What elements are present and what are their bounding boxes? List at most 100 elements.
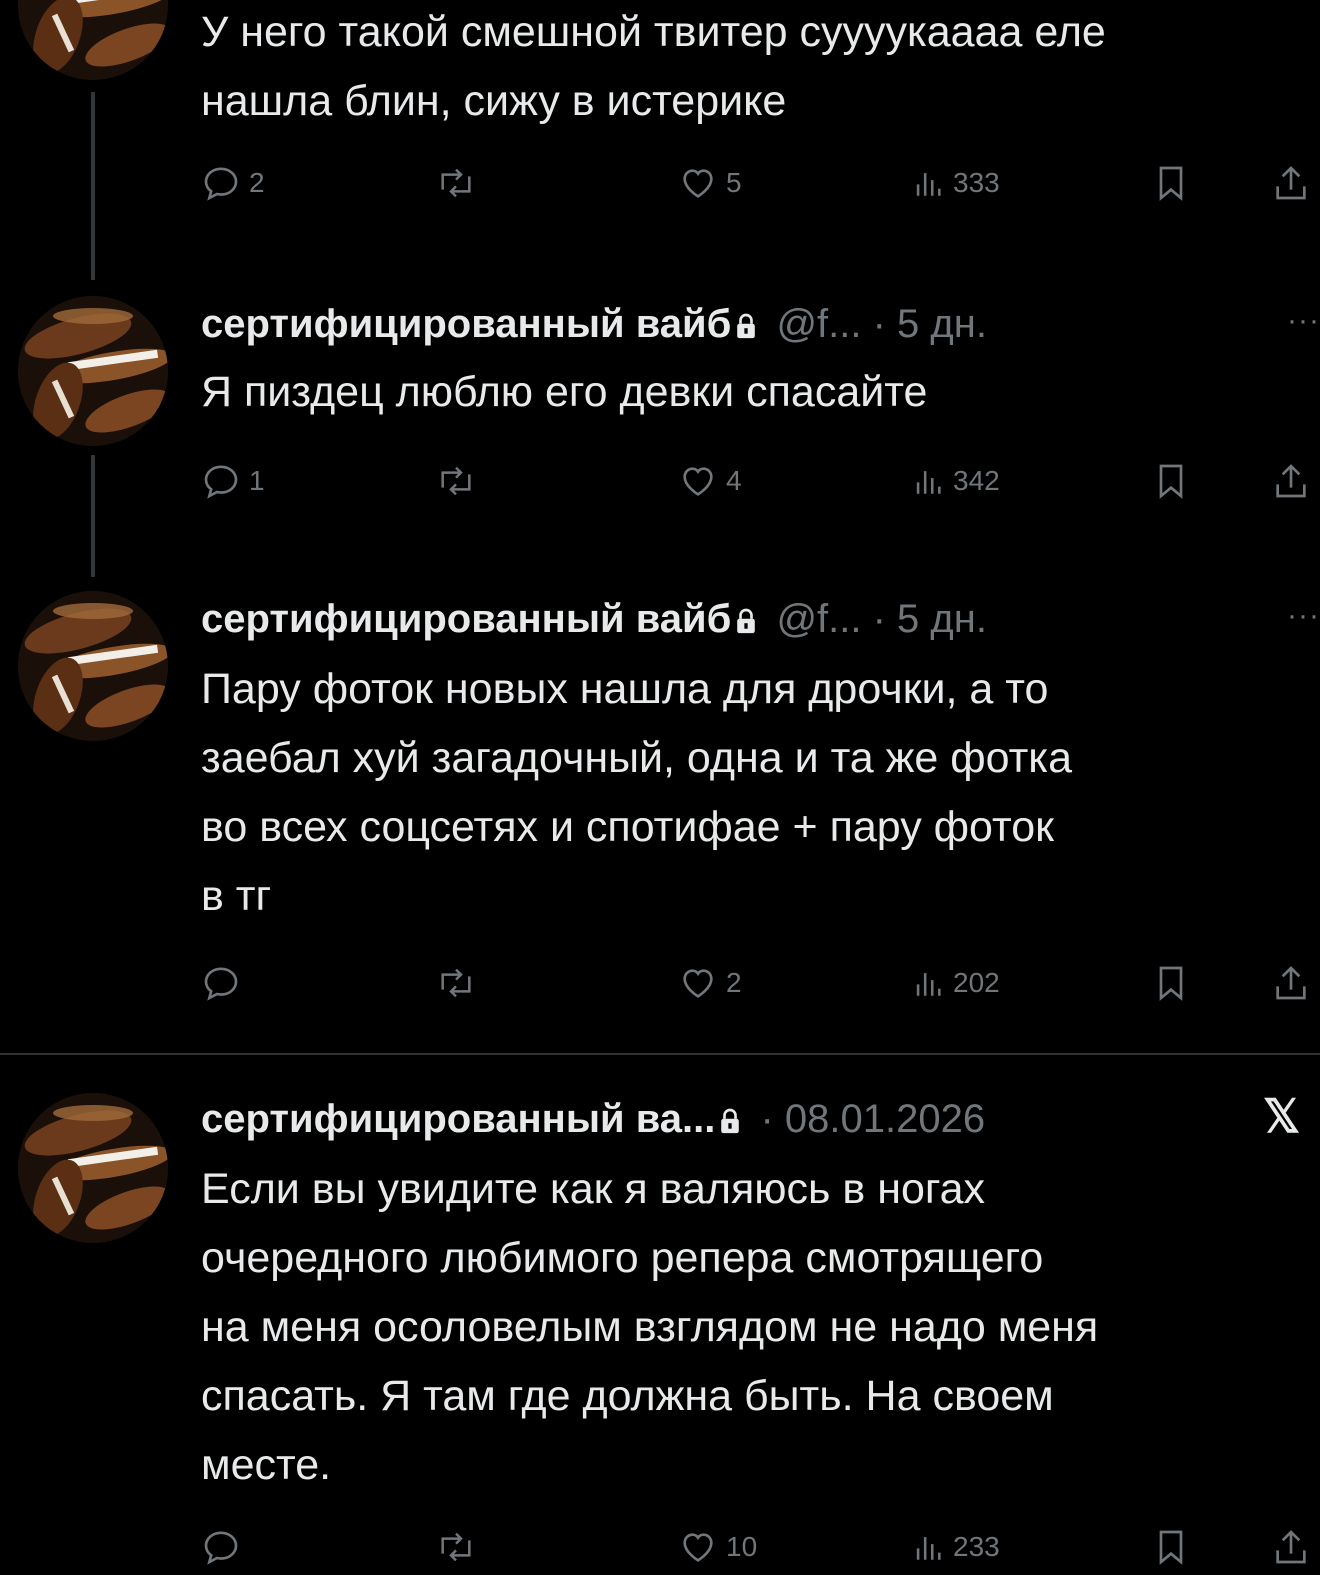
tweet-text-line: Пару фоток новых нашла для дрочки, а то bbox=[201, 665, 1049, 713]
reply-icon bbox=[201, 461, 241, 501]
share-icon bbox=[1271, 1527, 1311, 1567]
tweet-text-line: Если вы увидите как я валяюсь в ногах bbox=[201, 1165, 986, 1213]
avatar[interactable] bbox=[18, 1093, 168, 1243]
tweet-text-line: спасать. Я там где должна быть. На своем bbox=[201, 1372, 1054, 1420]
views-button[interactable]: 233 bbox=[911, 1522, 1000, 1572]
tweet-text-line: во всех соцсетях и спотифае + пару фоток bbox=[201, 803, 1054, 851]
like-count: 2 bbox=[726, 967, 742, 998]
like-count: 10 bbox=[726, 1531, 758, 1562]
reply-button[interactable]: 1 bbox=[201, 456, 265, 506]
reply-icon bbox=[201, 963, 241, 1003]
retweet-button[interactable] bbox=[436, 958, 484, 1008]
bookmark-button[interactable] bbox=[1151, 958, 1191, 1008]
views-count: 333 bbox=[953, 167, 1000, 198]
heart-icon bbox=[678, 163, 718, 203]
tweet-header: сертифицированный ва... · 08.01.2026 bbox=[201, 1097, 985, 1142]
handle[interactable]: @f... bbox=[776, 597, 861, 641]
retweet-button[interactable] bbox=[436, 1522, 484, 1572]
retweet-icon bbox=[436, 163, 476, 203]
tweet-header: сертифицированный вайб @f... · 5 дн. bbox=[201, 302, 987, 347]
action-bar: 2 5 333 bbox=[201, 158, 1320, 208]
heart-icon bbox=[678, 963, 718, 1003]
like-button[interactable]: 4 bbox=[678, 456, 742, 506]
bookmark-icon bbox=[1151, 461, 1191, 501]
tweet-text-line: нашла блин, сижу в истерике bbox=[201, 77, 787, 125]
divider bbox=[0, 1053, 1320, 1055]
views-button[interactable]: 333 bbox=[911, 158, 1000, 208]
reply-count: 2 bbox=[249, 167, 265, 198]
tweet-text: Если вы увидите как я валяюсь в ногах оч… bbox=[201, 1155, 1098, 1500]
tweet[interactable]: сертифицированный вайб @f... · 5 дн. ···… bbox=[0, 290, 1320, 530]
retweet-button[interactable] bbox=[436, 158, 484, 208]
share-button[interactable] bbox=[1271, 456, 1311, 506]
share-icon bbox=[1271, 963, 1311, 1003]
avatar[interactable] bbox=[18, 591, 168, 741]
share-icon bbox=[1271, 163, 1311, 203]
action-bar: 1 4 342 bbox=[201, 456, 1320, 506]
bookmark-icon bbox=[1151, 963, 1191, 1003]
share-button[interactable] bbox=[1271, 1522, 1311, 1572]
more-icon[interactable]: ··· bbox=[1287, 599, 1320, 633]
reply-count: 1 bbox=[249, 465, 265, 496]
handle[interactable]: @f... bbox=[776, 302, 861, 346]
lock-icon bbox=[735, 607, 757, 635]
reply-icon bbox=[201, 163, 241, 203]
like-button[interactable]: 2 bbox=[678, 958, 742, 1008]
retweet-icon bbox=[436, 461, 476, 501]
like-button[interactable]: 10 bbox=[678, 1522, 757, 1572]
tweet-text-line: заебал хуй загадочный, одна и та же фотк… bbox=[201, 734, 1072, 782]
lock-icon bbox=[735, 312, 757, 340]
like-count: 5 bbox=[726, 167, 742, 198]
tweet-text-line: Я пиздец люблю его девки спасайте bbox=[201, 368, 928, 416]
action-bar: 2 202 bbox=[201, 958, 1320, 1008]
views-icon bbox=[911, 461, 945, 501]
reply-button[interactable]: 2 bbox=[201, 158, 265, 208]
views-icon bbox=[911, 163, 945, 203]
reply-button[interactable] bbox=[201, 958, 249, 1008]
views-count: 233 bbox=[953, 1531, 1000, 1562]
timestamp[interactable]: · 5 дн. bbox=[873, 302, 987, 346]
lock-icon bbox=[719, 1107, 741, 1135]
reply-icon bbox=[201, 1527, 241, 1567]
timestamp[interactable]: · 5 дн. bbox=[873, 597, 987, 641]
views-button[interactable]: 202 bbox=[911, 958, 1000, 1008]
heart-icon bbox=[678, 1527, 718, 1567]
bookmark-button[interactable] bbox=[1151, 158, 1191, 208]
share-button[interactable] bbox=[1271, 158, 1311, 208]
tweet-text-line: очередного любимого репера смотрящего bbox=[201, 1234, 1044, 1282]
avatar[interactable] bbox=[18, 0, 168, 80]
heart-icon bbox=[678, 461, 718, 501]
reply-button[interactable] bbox=[201, 1522, 249, 1572]
tweet[interactable]: сертифицированный вайб @f... · 5 дн. ···… bbox=[0, 585, 1320, 1035]
action-bar: 10 233 bbox=[201, 1522, 1320, 1572]
display-name[interactable]: сертифицированный вайб bbox=[201, 302, 731, 346]
tweet-text-line: У него такой смешной твитер суууукаааа е… bbox=[201, 8, 1106, 56]
x-logo-icon[interactable]: 𝕏 bbox=[1263, 1089, 1300, 1143]
tweet-header: сертифицированный вайб @f... · 5 дн. bbox=[201, 597, 987, 642]
views-count: 202 bbox=[953, 967, 1000, 998]
timestamp[interactable]: · 08.01.2026 bbox=[760, 1097, 985, 1141]
retweet-icon bbox=[436, 963, 476, 1003]
views-icon bbox=[911, 963, 945, 1003]
tweet-text: Я пиздец люблю его девки спасайте bbox=[201, 358, 927, 427]
views-button[interactable]: 342 bbox=[911, 456, 1000, 506]
like-count: 4 bbox=[726, 465, 742, 496]
avatar[interactable] bbox=[18, 296, 168, 446]
tweet[interactable]: У него такой смешной твитер суууукаааа е… bbox=[0, 0, 1320, 270]
tweet-text-line: на меня осоловелым взглядом не надо меня bbox=[201, 1303, 1099, 1351]
display-name[interactable]: сертифицированный ва... bbox=[201, 1097, 715, 1141]
bookmark-button[interactable] bbox=[1151, 1522, 1191, 1572]
tweet-text: Пару фоток новых нашла для дрочки, а то … bbox=[201, 655, 1072, 931]
more-icon[interactable]: ··· bbox=[1287, 304, 1320, 338]
tweet-text-line: в тг bbox=[201, 872, 272, 920]
share-button[interactable] bbox=[1271, 958, 1311, 1008]
views-count: 342 bbox=[953, 465, 1000, 496]
retweet-button[interactable] bbox=[436, 456, 484, 506]
views-icon bbox=[911, 1527, 945, 1567]
tweet[interactable]: сертифицированный ва... · 08.01.2026 𝕏 Е… bbox=[0, 1085, 1320, 1575]
retweet-icon bbox=[436, 1527, 476, 1567]
like-button[interactable]: 5 bbox=[678, 158, 742, 208]
tweet-text-line: месте. bbox=[201, 1441, 332, 1489]
bookmark-button[interactable] bbox=[1151, 456, 1191, 506]
display-name[interactable]: сертифицированный вайб bbox=[201, 597, 731, 641]
